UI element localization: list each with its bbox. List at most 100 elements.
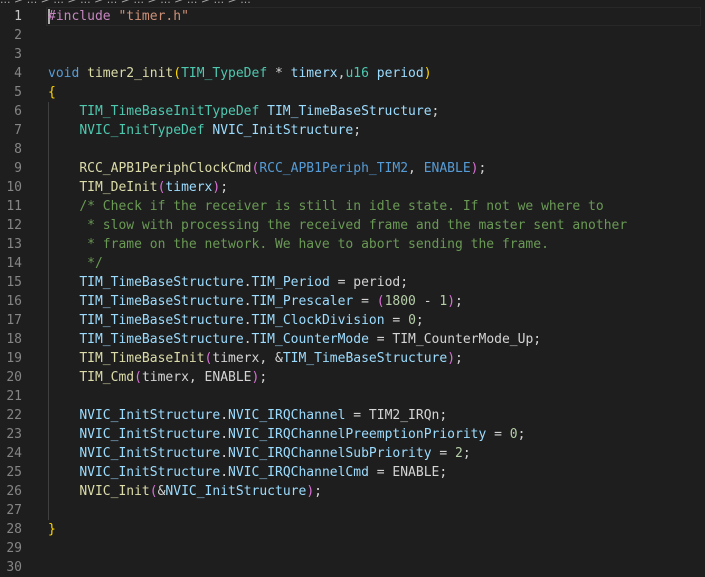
line-code[interactable]: NVIC_InitStructure.NVIC_IRQChannelSubPri… [48,444,471,463]
code-token: "timer.h" [118,9,189,24]
code-token: NVIC_InitStructure [79,465,221,480]
line-code[interactable]: NVIC_Init(&NVIC_InitStructure); [48,482,322,501]
code-line[interactable]: 24 NVIC_InitStructure.NVIC_IRQChannelSub… [0,444,705,463]
code-line[interactable]: 1 #include "timer.h" [0,7,705,26]
code-token: ; [462,446,471,461]
code-token: ( [376,294,385,309]
code-line[interactable]: 29 [0,539,705,558]
code-token: 1800 [384,294,416,309]
line-code[interactable]: TIM_TimeBaseStructure.TIM_Prescaler = (1… [48,292,463,311]
line-number: 14 [6,256,22,271]
code-token: TIM_TimeBaseStructure [79,275,244,290]
code-line[interactable]: 30 [0,558,705,577]
line-code[interactable]: NVIC_InitStructure.NVIC_IRQChannelCmd = … [48,463,447,482]
code-line[interactable]: 28} [0,520,705,539]
line-code[interactable]: TIM_TimeBaseStructure.TIM_CounterMode = … [48,330,541,349]
code-token: . [243,294,252,309]
code-line[interactable]: 8 [0,140,705,159]
code-line[interactable]: 17 TIM_TimeBaseStructure.TIM_ClockDivisi… [0,311,705,330]
line-code[interactable]: TIM_TimeBaseInitTypeDef TIM_TimeBaseStru… [48,102,439,121]
line-code[interactable]: RCC_APB1PeriphClockCmd(RCC_APB1Periph_TI… [48,159,486,178]
code-line[interactable]: 9 RCC_APB1PeriphClockCmd(RCC_APB1Periph_… [0,159,705,178]
code-token: TIM_CounterMode [251,332,369,347]
code-line[interactable]: 16 TIM_TimeBaseStructure.TIM_Prescaler =… [0,292,705,311]
code-line[interactable]: 19 TIM_TimeBaseInit(timerx, &TIM_TimeBas… [0,349,705,368]
line-code[interactable]: } [48,520,56,539]
line-number: 24 [6,446,22,461]
line-number: 22 [6,408,22,423]
code-token: TIM_TypeDef [181,66,268,81]
line-code[interactable]: NVIC_InitTypeDef NVIC_InitStructure; [48,121,361,140]
code-line[interactable]: 20 TIM_Cmd(timerx, ENABLE); [0,368,705,387]
code-line[interactable]: 27 [0,501,705,520]
code-line[interactable]: 15 TIM_TimeBaseStructure.TIM_Period = pe… [0,273,705,292]
code-line[interactable]: 5{ [0,83,705,102]
line-code[interactable]: NVIC_InitStructure.NVIC_IRQChannelPreemp… [48,425,525,444]
line-number: 30 [6,560,22,575]
line-number: 26 [6,484,22,499]
line-code[interactable]: { [48,83,56,102]
code-token: RCC_APB1Periph_TIM2 [259,161,409,176]
line-number: 11 [6,199,22,214]
code-token: timerx, & [212,351,283,366]
code-line[interactable]: 11 /* Check if the receiver is still in … [0,197,705,216]
code-line[interactable]: 21 [0,387,705,406]
code-line[interactable]: 4 void timer2_init(TIM_TypeDef * timerx,u… [0,64,705,83]
code-line[interactable]: 14 */ [0,254,705,273]
code-token: timerx [290,66,338,81]
line-code[interactable]: TIM_DeInit(timerx); [48,178,228,197]
code-token: TIM_ClockDivision [251,313,385,328]
code-token: ) [423,66,432,81]
code-line[interactable]: 3 [0,45,705,64]
code-line[interactable]: 25 NVIC_InitStructure.NVIC_IRQChannelCmd… [0,463,705,482]
code-line[interactable]: 12 * slow with processing the received f… [0,216,705,235]
line-code[interactable]: * frame on the network. We have to abort… [48,235,549,254]
code-token: NVIC_IRQChannelPreemptionPriority [228,427,487,442]
code-token: ) [447,351,456,366]
code-token: { [48,85,56,100]
code-token: . [243,332,252,347]
line-number: 27 [6,503,22,518]
code-token: NVIC_Init [79,484,150,499]
code-token: = period; [329,275,409,290]
code-line[interactable]: 23 NVIC_InitStructure.NVIC_IRQChannelPre… [0,425,705,444]
code-token: = [384,313,409,328]
line-code[interactable]: */ [48,254,103,273]
line-code[interactable]: TIM_TimeBaseStructure.TIM_ClockDivision … [48,311,423,330]
code-line[interactable]: 13 * frame on the network. We have to ab… [0,235,705,254]
code-token: TIM_Cmd [79,370,135,385]
code-token: ; [455,294,463,309]
code-line[interactable]: 18 TIM_TimeBaseStructure.TIM_CounterMode… [0,330,705,349]
code-token: = TIM2_IRQn; [345,408,448,423]
code-token: TIM_TimeBaseStructure [282,351,448,366]
code-line[interactable]: 22 NVIC_InitStructure.NVIC_IRQChannel = … [0,406,705,425]
line-number: 12 [6,218,22,233]
code-token: 0 [408,313,416,328]
code-line[interactable]: 6 TIM_TimeBaseInitTypeDef TIM_TimeBaseSt… [0,102,705,121]
code-token: ( [134,370,142,385]
code-token: ; [353,123,362,138]
code-token: ( [173,66,182,81]
line-code[interactable]: NVIC_InitStructure.NVIC_IRQChannel = TIM… [48,406,447,425]
code-token: NVIC_InitStructure [79,427,221,442]
line-code[interactable]: void timer2_init(TIM_TypeDef * timerx,u1… [48,64,432,83]
code-token: TIM_Period [251,275,330,290]
code-line[interactable]: 26 NVIC_Init(&NVIC_InitStructure); [0,482,705,501]
line-code[interactable]: TIM_TimeBaseInit(timerx, &TIM_TimeBaseSt… [48,349,463,368]
code-token: ; [455,351,463,366]
code-token: ; [431,104,440,119]
breadcrumb[interactable]: ... > ... > ... > ... > ... > ... > ... … [0,0,705,5]
code-line[interactable]: 7 NVIC_InitTypeDef NVIC_InitStructure; [0,121,705,140]
line-code[interactable]: /* Check if the receiver is still in idl… [48,197,603,216]
line-code[interactable]: * slow with processing the received fram… [48,216,627,235]
line-number: 3 [14,47,22,62]
code-token: TIM_TimeBaseInit [79,351,205,366]
code-line[interactable]: 2 [0,26,705,45]
line-code[interactable]: #include "timer.h" [48,7,189,26]
line-code[interactable]: TIM_Cmd(timerx, ENABLE); [48,368,267,387]
code-lines[interactable]: 1 #include "timer.h" 2 3 4 void timer2_init(T… [0,7,705,577]
code-editor[interactable]: 1 #include "timer.h" 2 3 4 void timer2_init(T… [0,7,705,575]
line-code[interactable]: TIM_TimeBaseStructure.TIM_Period = perio… [48,273,408,292]
code-line[interactable]: 10 TIM_DeInit(timerx); [0,178,705,197]
